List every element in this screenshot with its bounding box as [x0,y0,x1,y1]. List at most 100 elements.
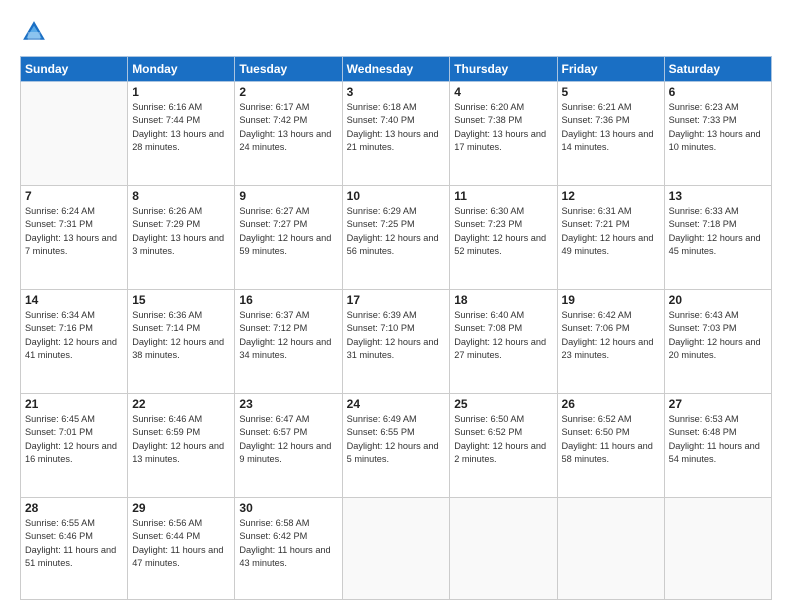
calendar-cell: 14 Sunrise: 6:34 AMSunset: 7:16 PMDayligh… [21,290,128,394]
calendar-cell: 12 Sunrise: 6:31 AMSunset: 7:21 PMDayligh… [557,186,664,290]
day-info: Sunrise: 6:42 AMSunset: 7:06 PMDaylight:… [562,309,660,362]
calendar-week-row: 7 Sunrise: 6:24 AMSunset: 7:31 PMDaylight… [21,186,772,290]
calendar-cell [450,498,557,600]
day-number: 10 [347,189,446,203]
calendar-cell: 1 Sunrise: 6:16 AMSunset: 7:44 PMDaylight… [128,82,235,186]
calendar-cell: 20Sunrise: 6:43 AMSunset: 7:03 PMDayligh… [664,290,771,394]
day-number: 13 [669,189,767,203]
logo [20,18,52,46]
col-header-sunday: Sunday [21,57,128,82]
calendar-cell: 2 Sunrise: 6:17 AMSunset: 7:42 PMDaylight… [235,82,342,186]
calendar-cell: 10 Sunrise: 6:29 AMSunset: 7:25 PMDayligh… [342,186,450,290]
day-info: Sunrise: 6:50 AMSunset: 6:52 PMDaylight:… [454,413,552,466]
col-header-saturday: Saturday [664,57,771,82]
day-info: Sunrise: 6:20 AMSunset: 7:38 PMDaylight:… [454,101,552,154]
col-header-tuesday: Tuesday [235,57,342,82]
day-number: 23 [239,397,337,411]
day-number: 18 [454,293,552,307]
day-number: 2 [239,85,337,99]
day-number: 15 [132,293,230,307]
calendar-week-row: 28 Sunrise: 6:55 AMSunset: 6:46 PMDayligh… [21,498,772,600]
day-number: 17 [347,293,446,307]
calendar-table: SundayMondayTuesdayWednesdayThursdayFrid… [20,56,772,600]
day-info: Sunrise: 6:46 AMSunset: 6:59 PMDaylight:… [132,413,230,466]
calendar-cell: 29 Sunrise: 6:56 AMSunset: 6:44 PMDayligh… [128,498,235,600]
day-info: Sunrise: 6:56 AMSunset: 6:44 PMDaylight:… [132,517,230,570]
day-info: Sunrise: 6:43 AMSunset: 7:03 PMDaylight:… [669,309,767,362]
calendar-cell [557,498,664,600]
day-info: Sunrise: 6:36 AMSunset: 7:14 PMDaylight:… [132,309,230,362]
day-number: 28 [25,501,123,515]
day-number: 25 [454,397,552,411]
day-info: Sunrise: 6:45 AMSunset: 7:01 PMDaylight:… [25,413,123,466]
day-info: Sunrise: 6:37 AMSunset: 7:12 PMDaylight:… [239,309,337,362]
day-number: 3 [347,85,446,99]
day-info: Sunrise: 6:49 AMSunset: 6:55 PMDaylight:… [347,413,446,466]
day-info: Sunrise: 6:23 AMSunset: 7:33 PMDaylight:… [669,101,767,154]
calendar-cell: 26Sunrise: 6:52 AMSunset: 6:50 PMDayligh… [557,394,664,498]
calendar-cell: 4 Sunrise: 6:20 AMSunset: 7:38 PMDaylight… [450,82,557,186]
day-info: Sunrise: 6:47 AMSunset: 6:57 PMDaylight:… [239,413,337,466]
day-info: Sunrise: 6:31 AMSunset: 7:21 PMDaylight:… [562,205,660,258]
day-info: Sunrise: 6:17 AMSunset: 7:42 PMDaylight:… [239,101,337,154]
calendar-cell: 18 Sunrise: 6:40 AMSunset: 7:08 PMDayligh… [450,290,557,394]
day-number: 29 [132,501,230,515]
day-info: Sunrise: 6:21 AMSunset: 7:36 PMDaylight:… [562,101,660,154]
day-info: Sunrise: 6:26 AMSunset: 7:29 PMDaylight:… [132,205,230,258]
day-number: 11 [454,189,552,203]
calendar-cell: 19 Sunrise: 6:42 AMSunset: 7:06 PMDayligh… [557,290,664,394]
calendar-cell: 15 Sunrise: 6:36 AMSunset: 7:14 PMDayligh… [128,290,235,394]
calendar-cell: 13 Sunrise: 6:33 AMSunset: 7:18 PMDayligh… [664,186,771,290]
day-info: Sunrise: 6:53 AMSunset: 6:48 PMDaylight:… [669,413,767,466]
calendar-cell: 17 Sunrise: 6:39 AMSunset: 7:10 PMDayligh… [342,290,450,394]
calendar-cell: 23 Sunrise: 6:47 AMSunset: 6:57 PMDayligh… [235,394,342,498]
page: SundayMondayTuesdayWednesdayThursdayFrid… [0,0,792,612]
day-info: Sunrise: 6:33 AMSunset: 7:18 PMDaylight:… [669,205,767,258]
day-number: 12 [562,189,660,203]
calendar-cell: 8Sunrise: 6:26 AMSunset: 7:29 PMDaylight… [128,186,235,290]
day-info: Sunrise: 6:30 AMSunset: 7:23 PMDaylight:… [454,205,552,258]
logo-icon [20,18,48,46]
day-number: 14 [25,293,123,307]
day-info: Sunrise: 6:27 AMSunset: 7:27 PMDaylight:… [239,205,337,258]
day-info: Sunrise: 6:18 AMSunset: 7:40 PMDaylight:… [347,101,446,154]
day-info: Sunrise: 6:29 AMSunset: 7:25 PMDaylight:… [347,205,446,258]
col-header-monday: Monday [128,57,235,82]
day-number: 27 [669,397,767,411]
day-info: Sunrise: 6:58 AMSunset: 6:42 PMDaylight:… [239,517,337,570]
day-number: 30 [239,501,337,515]
calendar-header-row: SundayMondayTuesdayWednesdayThursdayFrid… [21,57,772,82]
calendar-cell: 7 Sunrise: 6:24 AMSunset: 7:31 PMDaylight… [21,186,128,290]
day-number: 4 [454,85,552,99]
day-number: 5 [562,85,660,99]
day-info: Sunrise: 6:16 AMSunset: 7:44 PMDaylight:… [132,101,230,154]
day-info: Sunrise: 6:34 AMSunset: 7:16 PMDaylight:… [25,309,123,362]
day-number: 21 [25,397,123,411]
calendar-cell: 16Sunrise: 6:37 AMSunset: 7:12 PMDayligh… [235,290,342,394]
calendar-cell: 28 Sunrise: 6:55 AMSunset: 6:46 PMDayligh… [21,498,128,600]
calendar-cell: 5 Sunrise: 6:21 AMSunset: 7:36 PMDaylight… [557,82,664,186]
day-number: 1 [132,85,230,99]
day-number: 7 [25,189,123,203]
col-header-friday: Friday [557,57,664,82]
day-info: Sunrise: 6:39 AMSunset: 7:10 PMDaylight:… [347,309,446,362]
day-info: Sunrise: 6:40 AMSunset: 7:08 PMDaylight:… [454,309,552,362]
calendar-cell: 30 Sunrise: 6:58 AMSunset: 6:42 PMDayligh… [235,498,342,600]
calendar-cell: 27 Sunrise: 6:53 AMSunset: 6:48 PMDayligh… [664,394,771,498]
calendar-cell [21,82,128,186]
calendar-cell: 22Sunrise: 6:46 AMSunset: 6:59 PMDayligh… [128,394,235,498]
day-number: 6 [669,85,767,99]
calendar-week-row: 1 Sunrise: 6:16 AMSunset: 7:44 PMDaylight… [21,82,772,186]
calendar-cell [342,498,450,600]
calendar-cell: 6 Sunrise: 6:23 AMSunset: 7:33 PMDaylight… [664,82,771,186]
calendar-week-row: 21 Sunrise: 6:45 AMSunset: 7:01 PMDayligh… [21,394,772,498]
day-number: 19 [562,293,660,307]
calendar-cell: 24Sunrise: 6:49 AMSunset: 6:55 PMDayligh… [342,394,450,498]
calendar-cell: 11 Sunrise: 6:30 AMSunset: 7:23 PMDayligh… [450,186,557,290]
calendar-cell [664,498,771,600]
header [20,18,772,46]
calendar-cell: 9Sunrise: 6:27 AMSunset: 7:27 PMDaylight… [235,186,342,290]
day-info: Sunrise: 6:24 AMSunset: 7:31 PMDaylight:… [25,205,123,258]
day-number: 26 [562,397,660,411]
day-info: Sunrise: 6:55 AMSunset: 6:46 PMDaylight:… [25,517,123,570]
